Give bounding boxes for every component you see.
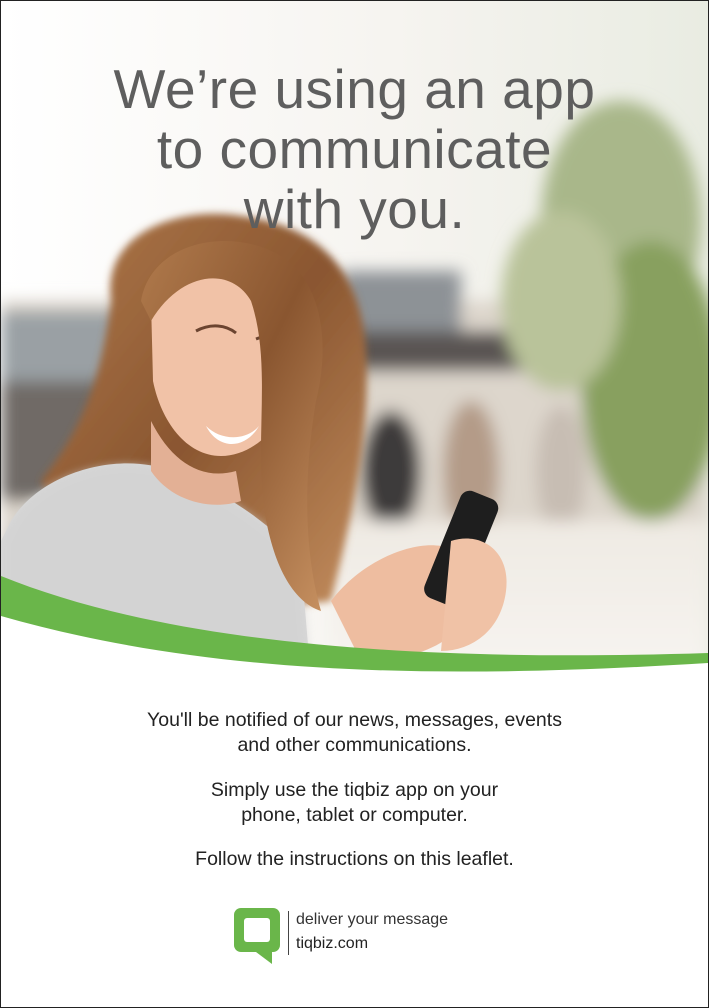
headline-line-3: with you.	[243, 178, 466, 240]
logo-tagline: deliver your message	[296, 911, 449, 928]
app-line-1: Simply use the tiqbiz app on your	[210, 779, 499, 801]
intro-line-2: and other communications.	[237, 734, 472, 756]
intro-paragraph: You'll be notified of our news, messages…	[1, 708, 708, 758]
headline-line-2: to communicate	[156, 118, 553, 180]
instructions-paragraph: Follow the instructions on this leaflet.	[1, 847, 708, 872]
app-line-2: phone, tablet or computer.	[241, 804, 468, 826]
instructions-line-1: Follow the instructions on this leaflet.	[195, 848, 514, 870]
app-paragraph: Simply use the tiqbiz app on your phone,…	[1, 778, 708, 828]
headline: We’re using an app to communicate with y…	[1, 59, 708, 239]
poster: We’re using an app to communicate with y…	[0, 0, 709, 1008]
logo-divider	[288, 911, 289, 955]
intro-line-1: You'll be notified of our news, messages…	[147, 709, 562, 731]
speech-bubble-q-icon	[234, 908, 280, 964]
headline-line-1: We’re using an app	[113, 58, 596, 120]
logo-domain: tiqbiz.com	[296, 935, 369, 952]
